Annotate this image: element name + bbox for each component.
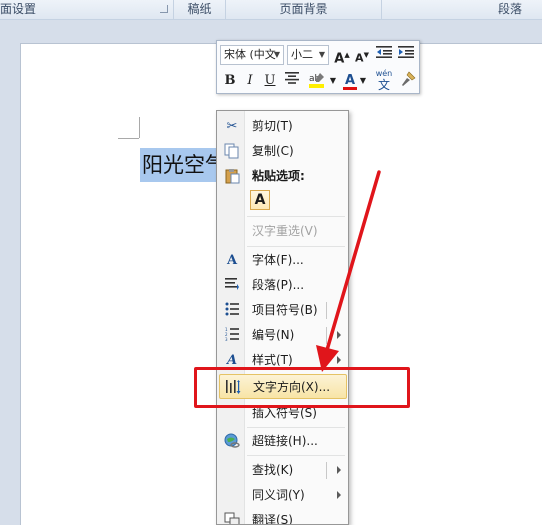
font-size-combo[interactable]: 小二 ▼: [287, 45, 329, 65]
ribbon-group-paragraph: 段落: [382, 0, 542, 20]
chevron-down-icon: ▼: [273, 50, 280, 59]
ribbon-group-page-background-label: 页面背景: [279, 2, 328, 16]
split-divider: [326, 462, 327, 479]
ribbon-group-paragraph-label: 段落: [497, 2, 522, 16]
font-icon: A: [226, 253, 238, 268]
menu-separator: [247, 455, 345, 456]
ribbon-group-labels: 页面设置 稿纸 页面背景 段落: [0, 0, 542, 20]
menu-separator: [247, 216, 345, 217]
shrink-font-button[interactable]: A▼: [353, 45, 371, 65]
format-painter-icon: [402, 71, 416, 86]
menu-item-translate[interactable]: 翻译(S): [219, 508, 347, 525]
highlighter-icon: ab: [309, 73, 324, 88]
paste-keep-text-only-button[interactable]: A: [250, 190, 270, 210]
ribbon-group-manuscript-label: 稿纸: [187, 2, 212, 16]
translate-icon: [223, 512, 241, 524]
margin-corner-mark-vertical: [139, 117, 140, 138]
copy-icon: [223, 143, 241, 160]
paragraph-icon: [223, 277, 241, 294]
menu-item-synonyms-label: 同义词(Y): [252, 488, 305, 502]
dialog-launcher-icon[interactable]: [160, 5, 168, 13]
chevron-down-icon[interactable]: ▼: [329, 71, 337, 91]
menu-item-copy-label: 复制(C): [252, 144, 294, 158]
submenu-arrow-icon: [337, 491, 341, 499]
ribbon-group-page-setup: 页面设置: [0, 0, 174, 20]
font-size-value: 小二: [291, 48, 313, 61]
menu-item-hyperlink[interactable]: 超链接(H)...: [219, 429, 347, 454]
split-divider: [326, 327, 327, 344]
italic-button[interactable]: I: [241, 71, 259, 91]
margin-corner-mark: [118, 138, 139, 139]
menu-separator: [247, 427, 345, 428]
submenu-arrow-icon: [337, 466, 341, 474]
bullets-icon: [223, 302, 241, 319]
menu-item-bullets-label: 项目符号(B): [252, 303, 318, 317]
scissors-icon: ✂: [226, 119, 238, 134]
menu-item-cut[interactable]: ✂ 剪切(T): [219, 114, 347, 139]
format-painter-button[interactable]: [399, 71, 417, 91]
menu-item-translate-label: 翻译(S): [252, 513, 293, 525]
menu-item-font-label: 字体(F)...: [252, 253, 304, 267]
font-name-value: 宋体 (中文: [224, 48, 276, 61]
phonetic-guide-button[interactable]: wén 文: [373, 69, 395, 93]
decrease-indent-icon: [376, 46, 392, 58]
center-align-button[interactable]: [283, 71, 301, 91]
submenu-arrow-icon: [337, 356, 341, 364]
paste-options-header: 粘贴选项:: [252, 169, 305, 183]
increase-indent-button[interactable]: [397, 45, 415, 65]
grow-font-button[interactable]: A▲: [333, 45, 351, 67]
ribbon-group-page-setup-label: 页面设置: [0, 2, 37, 16]
ribbon-group-page-background: 页面背景: [226, 0, 382, 20]
menu-item-paragraph-label: 段落(P)...: [252, 278, 305, 292]
font-color-button[interactable]: A: [341, 71, 359, 91]
font-color-swatch: [343, 87, 357, 90]
menu-item-numbering-label: 编号(N): [252, 328, 295, 342]
hyperlink-globe-icon: [223, 433, 241, 450]
menu-item-copy[interactable]: 复制(C): [219, 139, 347, 164]
font-name-combo[interactable]: 宋体 (中文 ▼: [220, 45, 284, 65]
center-align-icon: [285, 72, 299, 84]
svg-text:3: 3: [225, 337, 228, 341]
ribbon-group-manuscript: 稿纸: [174, 0, 226, 20]
highlight-button[interactable]: ab: [307, 71, 329, 91]
grow-font-icon: A: [334, 51, 345, 67]
chevron-down-icon: ▼: [318, 50, 325, 59]
menu-item-bullets[interactable]: 项目符号(B): [219, 298, 347, 323]
chevron-down-icon[interactable]: ▼: [359, 71, 367, 91]
underline-button[interactable]: U: [261, 71, 279, 91]
annotation-highlight-box: [194, 367, 410, 408]
menu-item-paste-options: 粘贴选项:: [219, 164, 347, 189]
split-divider: [326, 302, 327, 319]
menu-item-reconvert-label: 汉字重选(V): [252, 224, 318, 238]
bold-button[interactable]: B: [221, 71, 239, 91]
decrease-indent-button[interactable]: [375, 45, 393, 65]
paste-keep-text-icon: A: [254, 192, 266, 208]
menu-item-reconvert: 汉字重选(V): [219, 219, 347, 244]
menu-item-numbering[interactable]: 123 编号(N): [219, 323, 347, 348]
menu-separator: [247, 246, 345, 247]
clipboard-icon: [223, 168, 241, 185]
menu-item-hyperlink-label: 超链接(H)...: [252, 434, 318, 448]
phonetic-icon: 文: [377, 78, 390, 92]
context-menu: ✂ 剪切(T) 复制(C) 粘贴选项: A 汉字重选(V) A 字体(F)...…: [216, 110, 349, 525]
menu-item-paragraph[interactable]: 段落(P)...: [219, 273, 347, 298]
underline-icon: U: [264, 73, 276, 88]
submenu-arrow-icon: [337, 331, 341, 339]
italic-icon: I: [247, 73, 253, 88]
increase-indent-icon: [398, 46, 414, 58]
font-color-icon: A: [344, 73, 356, 88]
menu-item-lookup-label: 查找(K): [252, 463, 294, 477]
mini-toolbar: 宋体 (中文 ▼ 小二 ▼ A▲ A▼ B I U ab ▼ A ▼ wén 文: [216, 40, 420, 94]
numbering-icon: 123: [223, 327, 241, 344]
menu-item-synonyms[interactable]: 同义词(Y): [219, 483, 347, 508]
bold-icon: B: [224, 73, 236, 88]
menu-item-lookup[interactable]: 查找(K): [219, 458, 347, 483]
menu-item-cut-label: 剪切(T): [252, 119, 293, 133]
shrink-font-icon: A: [355, 51, 364, 65]
menu-item-font[interactable]: A 字体(F)...: [219, 248, 347, 273]
